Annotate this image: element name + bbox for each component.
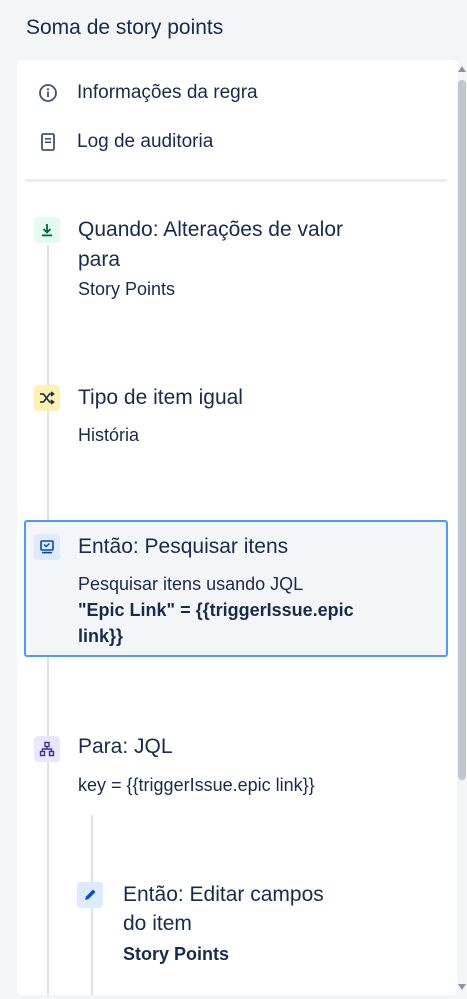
scroll-up-icon[interactable] [458,66,466,72]
search-step[interactable]: Então: Pesquisar itens Pesquisar itens u… [17,528,447,648]
monitor-icon [34,534,60,560]
trigger-title-line2: para [78,248,121,271]
branch-title: Para: JQL [78,735,173,758]
branch-jql: key = {{triggerIssue.epic link}} [78,775,315,795]
trigger-step[interactable]: Quando: Alterações de valor para Story P… [17,210,447,310]
scrollbar-thumb[interactable] [458,80,466,780]
audit-log-link[interactable]: Log de auditoria [37,131,213,153]
search-description: Pesquisar itens usando JQL [78,574,304,594]
edit-title-line2: do item [123,912,192,935]
pencil-icon [77,882,103,908]
shuffle-icon [34,385,60,411]
condition-step[interactable]: Tipo de item igual História [17,378,447,458]
rule-info-label: Informações da regra [77,82,258,103]
search-title: Então: Pesquisar itens [78,535,289,558]
document-icon [37,131,59,153]
scroll-down-icon[interactable] [458,984,466,990]
download-icon [34,217,60,243]
condition-value: História [78,425,140,445]
search-jql-line2: link}} [78,626,124,646]
branch-step[interactable]: Para: JQL key = {{triggerIssue.epic link… [17,730,447,810]
page-title: Soma de story points [26,16,224,39]
edit-field: Story Points [123,944,230,964]
edit-step[interactable]: Então: Editar campos do item Story Point… [62,875,442,985]
rule-panel: Informações da regra Log de auditoria Qu… [17,60,457,995]
edit-title-line1: Então: Editar campos [123,883,324,906]
trigger-field: Story Points [78,279,176,299]
hierarchy-icon [34,736,60,762]
rule-info-link[interactable]: Informações da regra [37,82,258,104]
info-icon [37,82,59,104]
condition-title: Tipo de item igual [78,386,243,409]
search-jql-line1: "Epic Link" = {{triggerIssue.epic [78,600,354,620]
audit-log-label: Log de auditoria [77,131,214,152]
divider [25,179,447,182]
trigger-title-line1: Quando: Alterações de valor [78,218,344,241]
